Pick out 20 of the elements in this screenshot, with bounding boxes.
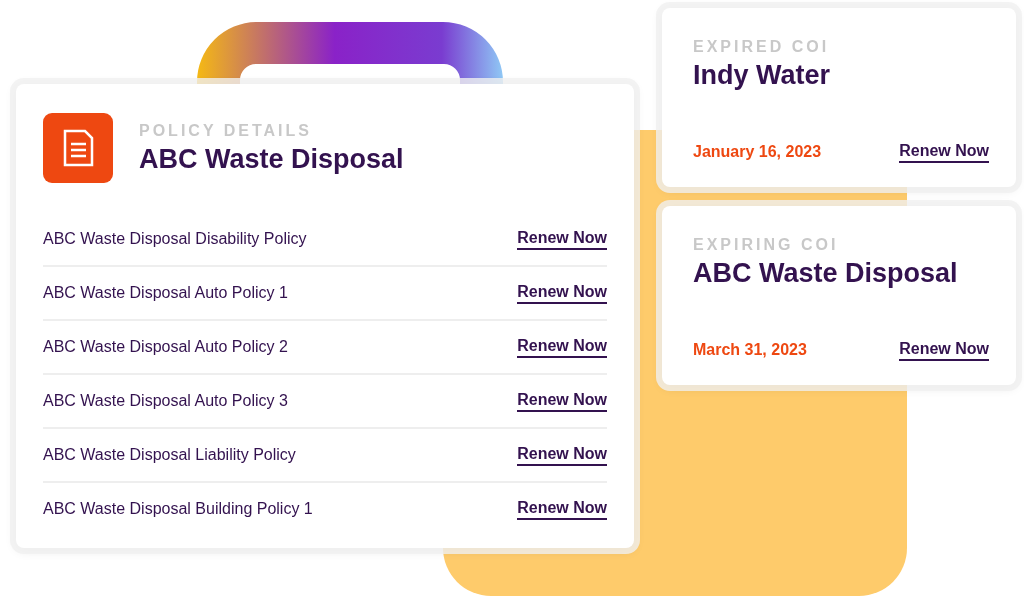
renew-now-link[interactable]: Renew Now: [517, 228, 607, 250]
policy-name: ABC Waste Disposal Auto Policy 1: [43, 284, 288, 302]
policy-name: ABC Waste Disposal Disability Policy: [43, 230, 307, 248]
policy-name: ABC Waste Disposal Auto Policy 2: [43, 338, 288, 356]
renew-now-link[interactable]: Renew Now: [517, 282, 607, 304]
renew-now-link[interactable]: Renew Now: [899, 141, 989, 163]
document-icon: [43, 113, 113, 183]
policy-name: ABC Waste Disposal Building Policy 1: [43, 500, 313, 518]
card-title: Indy Water: [693, 60, 832, 91]
policy-name: ABC Waste Disposal Liability Policy: [43, 446, 296, 464]
card-title: ABC Waste Disposal: [139, 143, 404, 175]
renew-now-link[interactable]: Renew Now: [899, 339, 989, 361]
date-text: January 16, 2023: [693, 143, 822, 161]
renew-now-link[interactable]: Renew Now: [517, 336, 607, 358]
renew-now-link[interactable]: Renew Now: [517, 444, 607, 466]
renew-now-link[interactable]: Renew Now: [517, 390, 607, 412]
policy-name: ABC Waste Disposal Auto Policy 3: [43, 392, 288, 410]
date-text: March 31, 2023: [693, 341, 807, 359]
renew-now-link[interactable]: Renew Now: [517, 498, 607, 520]
card-title: ABC Waste Disposal: [693, 258, 959, 289]
